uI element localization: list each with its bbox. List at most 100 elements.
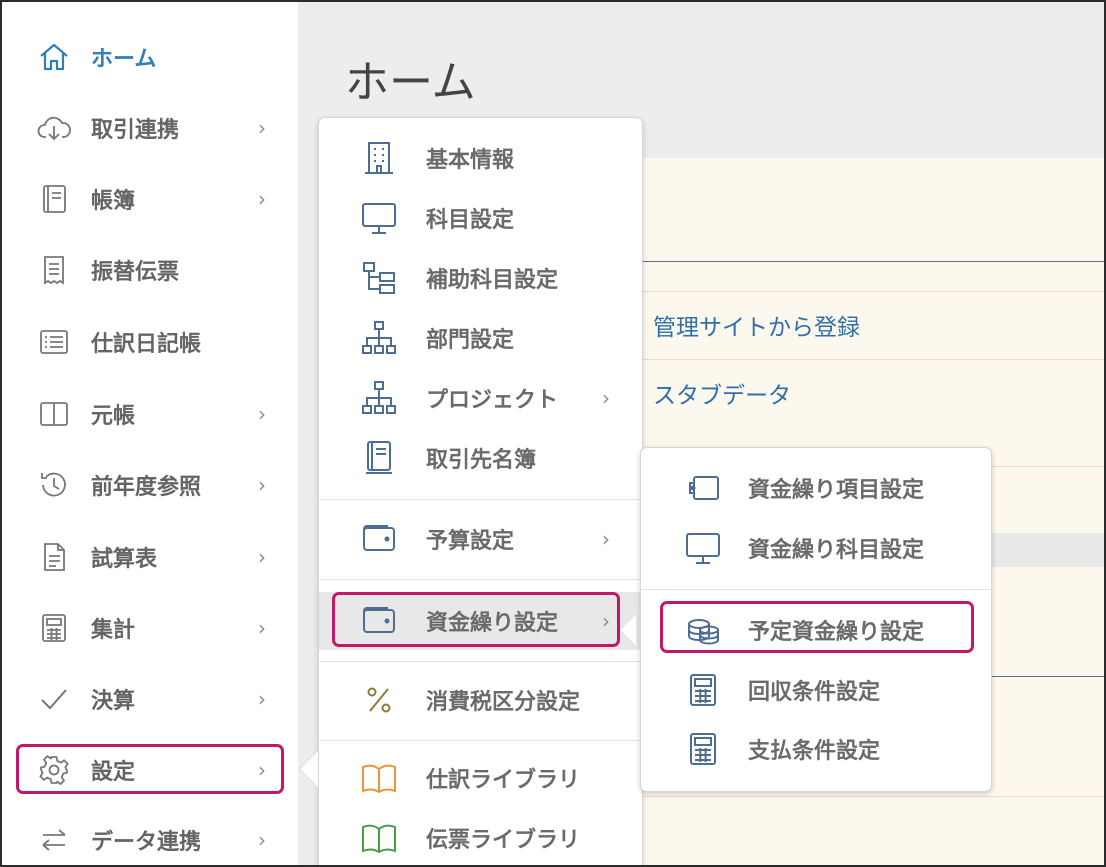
chevron-right-icon: › xyxy=(602,609,610,633)
menu-item-label: 予定資金繰り設定 xyxy=(748,620,925,645)
check-icon xyxy=(34,681,74,717)
menu-item-client-list[interactable]: 取引先名簿 xyxy=(319,430,642,486)
sidebar-item-settings[interactable]: 設定 › xyxy=(2,740,298,800)
monitor-icon xyxy=(355,198,403,238)
sidebar-item-journal[interactable]: 仕訳日記帳 xyxy=(2,312,298,372)
sidebar-item-label: ホーム xyxy=(91,47,157,72)
sub-account-icon xyxy=(355,258,403,298)
book-icon xyxy=(34,181,74,217)
menu-item-tax-category-settings[interactable]: 消費税区分設定 xyxy=(319,672,642,728)
sidebar-item-label: 前年度参照 xyxy=(91,475,202,500)
settings-menu: 基本情報 科目設定 補助科目設定 部門設定 プロジェクト › 取引先名簿 予算設… xyxy=(318,117,643,867)
chevron-right-icon: › xyxy=(602,386,610,410)
menu-item-label: 消費税区分設定 xyxy=(426,690,581,715)
wallet-icon xyxy=(355,519,403,559)
sidebar-item-transaction-link[interactable]: 取引連携 › xyxy=(2,98,298,158)
divider xyxy=(620,291,1106,292)
menu-item-planned-cashflow-settings[interactable]: 予定資金繰り設定 xyxy=(641,602,991,658)
sidebar-item-label: 振替伝票 xyxy=(91,260,180,285)
menu-item-project[interactable]: プロジェクト › xyxy=(319,370,642,426)
section-header-band xyxy=(990,533,1106,567)
submenu-pointer xyxy=(620,614,636,646)
sidebar-item-trial-balance[interactable]: 試算表 › xyxy=(2,527,298,587)
divider xyxy=(620,261,1106,262)
sidebar-item-label: 決算 xyxy=(91,689,136,714)
calculator-icon xyxy=(679,670,727,710)
gear-icon xyxy=(34,752,74,788)
chevron-right-icon: › xyxy=(258,402,266,426)
sidebar-item-data-link[interactable]: データ連携 › xyxy=(2,810,298,867)
sidebar-item-transfer-slip[interactable]: 振替伝票 xyxy=(2,240,298,300)
building-icon xyxy=(355,138,403,178)
monitor-icon xyxy=(679,528,727,568)
menu-item-label: 基本情報 xyxy=(426,148,515,173)
menu-item-cashflow-item-settings[interactable]: 資金繰り項目設定 xyxy=(641,460,991,516)
cashflow-submenu: 資金繰り項目設定 資金繰り科目設定 予定資金繰り設定 回収条件設定 支払条件設定 xyxy=(640,447,992,792)
sidebar-item-home[interactable]: ホーム xyxy=(2,27,298,87)
page-title: ホーム xyxy=(345,57,476,108)
sidebar-item-previous-year[interactable]: 前年度参照 › xyxy=(2,455,298,515)
menu-separator xyxy=(319,740,642,741)
divider xyxy=(620,796,1106,797)
menu-item-sub-account-settings[interactable]: 補助科目設定 xyxy=(319,250,642,306)
sidebar-item-aggregate[interactable]: 集計 › xyxy=(2,598,298,658)
sidebar: ホーム 取引連携 › 帳簿 › 振替伝票 仕訳日記帳 元帳 › 前年度参照 › … xyxy=(2,2,298,865)
home-icon xyxy=(34,39,74,75)
menu-item-label: 仕訳ライブラリ xyxy=(426,768,581,793)
chevron-right-icon: › xyxy=(258,616,266,640)
tag-icon xyxy=(679,468,727,508)
menu-item-basic-info[interactable]: 基本情報 xyxy=(319,130,642,186)
sidebar-item-label: 設定 xyxy=(91,760,136,785)
calculator-icon xyxy=(34,610,74,646)
menu-item-payment-terms-settings[interactable]: 支払条件設定 xyxy=(641,721,991,777)
menu-item-label: 部門設定 xyxy=(426,328,515,353)
coins-icon xyxy=(679,610,727,650)
menu-item-label: 補助科目設定 xyxy=(426,268,559,293)
open-book-green-icon xyxy=(355,818,403,858)
sidebar-item-ledger[interactable]: 元帳 › xyxy=(2,384,298,444)
chevron-right-icon: › xyxy=(258,545,266,569)
chevron-right-icon: › xyxy=(602,527,610,551)
sidebar-item-label: 帳簿 xyxy=(91,189,136,214)
menu-pointer xyxy=(300,751,318,787)
menu-item-label: 資金繰り科目設定 xyxy=(748,538,925,563)
main-link-register-from-admin[interactable]: 管理サイトから登録 xyxy=(653,308,860,342)
menu-item-journal-library[interactable]: 仕訳ライブラリ xyxy=(319,750,642,806)
org-chart-icon xyxy=(355,318,403,358)
menu-separator xyxy=(641,589,991,590)
menu-item-label: 支払条件設定 xyxy=(748,739,881,764)
sidebar-item-label: 取引連携 xyxy=(91,118,180,143)
menu-item-account-settings[interactable]: 科目設定 xyxy=(319,190,642,246)
receipt-icon xyxy=(34,252,74,288)
chevron-right-icon: › xyxy=(258,116,266,140)
menu-item-budget-settings[interactable]: 予算設定 › xyxy=(319,511,642,567)
menu-item-department-settings[interactable]: 部門設定 xyxy=(319,310,642,366)
open-book-orange-icon xyxy=(355,758,403,798)
ledger-icon xyxy=(34,396,74,432)
chevron-right-icon: › xyxy=(258,758,266,782)
menu-item-label: 科目設定 xyxy=(426,208,515,233)
sidebar-item-label: データ連携 xyxy=(91,830,202,855)
swap-icon xyxy=(34,822,74,858)
list-icon xyxy=(34,324,74,360)
sidebar-item-label: 集計 xyxy=(91,618,136,643)
menu-item-cashflow-account-settings[interactable]: 資金繰り科目設定 xyxy=(641,520,991,576)
cloud-download-icon xyxy=(34,110,74,146)
chevron-right-icon: › xyxy=(258,473,266,497)
chevron-right-icon: › xyxy=(258,828,266,852)
menu-item-label: プロジェクト xyxy=(426,388,559,413)
menu-item-slip-library[interactable]: 伝票ライブラリ xyxy=(319,810,642,866)
history-icon xyxy=(34,467,74,503)
calculator-icon xyxy=(679,729,727,769)
sidebar-item-books[interactable]: 帳簿 › xyxy=(2,169,298,229)
menu-separator xyxy=(319,579,642,580)
menu-item-collection-terms-settings[interactable]: 回収条件設定 xyxy=(641,662,991,718)
menu-item-cashflow-settings[interactable]: 資金繰り設定 › xyxy=(319,592,642,650)
sidebar-item-label: 試算表 xyxy=(91,547,158,572)
menu-item-label: 回収条件設定 xyxy=(748,680,881,705)
menu-item-label: 取引先名簿 xyxy=(426,448,537,473)
address-book-icon xyxy=(355,438,403,478)
org-chart-icon xyxy=(355,378,403,418)
sidebar-item-closing[interactable]: 決算 › xyxy=(2,669,298,729)
main-link-stub-data[interactable]: スタブデータ xyxy=(653,376,791,410)
